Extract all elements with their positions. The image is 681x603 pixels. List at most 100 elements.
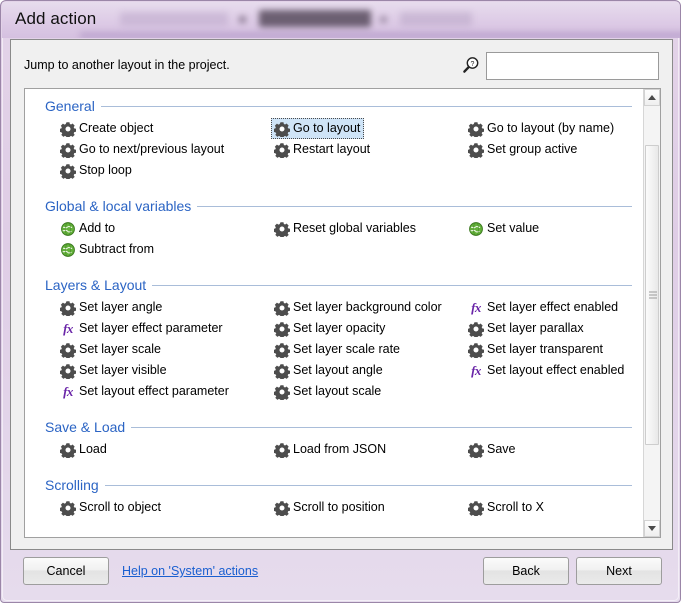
action-item[interactable]: Set value [465, 218, 543, 239]
section-gap [25, 404, 644, 417]
section-title: Scrolling [45, 477, 99, 493]
action-item-label: Set group active [487, 142, 577, 157]
action-item[interactable]: Create object [57, 118, 157, 139]
gear-icon [274, 363, 290, 379]
action-item[interactable]: Stop loop [57, 160, 136, 181]
gear-icon [274, 342, 290, 358]
search-input[interactable] [486, 52, 659, 80]
gear-icon [60, 442, 76, 458]
action-item-label: Create object [79, 121, 153, 136]
action-item[interactable]: Scroll to object [57, 497, 165, 518]
section-header: General [45, 96, 632, 116]
action-item-label: Set layer parallax [487, 321, 584, 336]
action-item-label: Go to next/previous layout [79, 142, 224, 157]
blurred-tab-2 [259, 10, 371, 27]
action-section: Layers & LayoutSet layer anglefxSet laye… [25, 275, 644, 402]
action-list-panel: General Create object Go to next/previous … [24, 88, 661, 538]
action-item[interactable]: Set layer opacity [271, 318, 389, 339]
section-title: Layers & Layout [45, 277, 146, 293]
help-link[interactable]: Help on 'System' actions [122, 564, 258, 578]
chevron-down-icon [648, 526, 656, 531]
back-button[interactable]: Back [483, 557, 569, 585]
action-item-label: Set layer background color [293, 300, 442, 315]
action-item[interactable]: Go to next/previous layout [57, 139, 228, 160]
vertical-scrollbar[interactable] [643, 89, 660, 537]
svg-text:?: ? [471, 61, 475, 68]
fx-icon: fx [60, 321, 76, 337]
action-item-label: Set layer effect parameter [79, 321, 223, 336]
action-item[interactable]: Set layout scale [271, 381, 385, 402]
action-item-label: Save [487, 442, 516, 457]
action-item-label: Set layer effect enabled [487, 300, 618, 315]
action-item-label: Subtract from [79, 242, 154, 257]
next-button[interactable]: Next [576, 557, 662, 585]
action-item[interactable]: Set layer background color [271, 297, 446, 318]
action-section: Save & Load Load Load from JSON Save [25, 417, 644, 460]
gear-icon [274, 142, 290, 158]
action-item[interactable]: Set layer transparent [465, 339, 607, 360]
action-item-label: Set layout angle [293, 363, 383, 378]
action-item[interactable]: Set layer parallax [465, 318, 588, 339]
action-item[interactable]: Scroll to X [465, 497, 548, 518]
action-item[interactable]: Scroll to position [271, 497, 389, 518]
action-item-label: Stop loop [79, 163, 132, 178]
action-item[interactable]: Go to layout [271, 118, 364, 139]
action-list-scroll-area[interactable]: General Create object Go to next/previous … [25, 89, 644, 537]
scrollbar-thumb[interactable] [645, 145, 659, 445]
action-item[interactable]: Add to [57, 218, 119, 239]
scroll-down-button[interactable] [644, 520, 660, 537]
search-help-icon: ? [461, 56, 481, 76]
empty-cell [465, 239, 640, 260]
action-item[interactable]: Save [465, 439, 520, 460]
section-header: Scrolling [45, 475, 632, 495]
gear-icon [60, 300, 76, 316]
section-rule [152, 285, 632, 286]
action-item[interactable]: Set layer visible [57, 360, 171, 381]
action-item[interactable]: fxSet layout effect enabled [465, 360, 628, 381]
action-item[interactable]: Set layer scale [57, 339, 165, 360]
section-title: General [45, 98, 95, 114]
action-item[interactable]: Load [57, 439, 111, 460]
action-item-label: Scroll to object [79, 500, 161, 515]
gear-icon [468, 321, 484, 337]
action-item[interactable]: Go to layout (by name) [465, 118, 618, 139]
section-title: Save & Load [45, 419, 125, 435]
scroll-up-button[interactable] [644, 89, 660, 106]
action-item[interactable]: Restart layout [271, 139, 374, 160]
section-rule [101, 106, 632, 107]
fx-icon: fx [468, 300, 484, 316]
action-item-label: Set layer scale rate [293, 342, 400, 357]
action-item[interactable]: Set layout angle [271, 360, 387, 381]
action-item[interactable]: fxSet layer effect enabled [465, 297, 622, 318]
fx-icon: fx [468, 363, 484, 379]
action-item-label: Set layer angle [79, 300, 162, 315]
action-item[interactable]: Set layer angle [57, 297, 166, 318]
action-item-label: Add to [79, 221, 115, 236]
cancel-button[interactable]: Cancel [23, 557, 109, 585]
action-item[interactable]: fxSet layout effect parameter [57, 381, 233, 402]
empty-cell [465, 160, 640, 181]
action-item-label: Set layout scale [293, 384, 381, 399]
empty-cell [465, 381, 640, 402]
action-item[interactable]: Load from JSON [271, 439, 390, 460]
action-section: Scrolling Scroll to object Scroll to posit… [25, 475, 644, 518]
section-header: Global & local variables [45, 196, 632, 216]
gear-icon [468, 342, 484, 358]
background-blur-artifacts [2, 2, 681, 38]
action-item[interactable]: Set group active [465, 139, 581, 160]
blurred-band [80, 32, 681, 38]
action-item-label: Set layout effect parameter [79, 384, 229, 399]
action-list-content: General Create object Go to next/previous … [25, 89, 644, 520]
action-item[interactable]: Subtract from [57, 239, 158, 260]
action-item-label: Set layout effect enabled [487, 363, 624, 378]
section-gap [25, 183, 644, 196]
dialog-footer: Cancel Help on 'System' actions Back Nex… [10, 550, 673, 595]
action-item[interactable]: Reset global variables [271, 218, 420, 239]
action-item-label: Set layer transparent [487, 342, 603, 357]
action-item[interactable]: fxSet layer effect parameter [57, 318, 227, 339]
empty-cell [271, 239, 465, 260]
action-item[interactable]: Set layer scale rate [271, 339, 404, 360]
gear-icon [468, 142, 484, 158]
section-title: Global & local variables [45, 198, 191, 214]
gear-icon [60, 363, 76, 379]
